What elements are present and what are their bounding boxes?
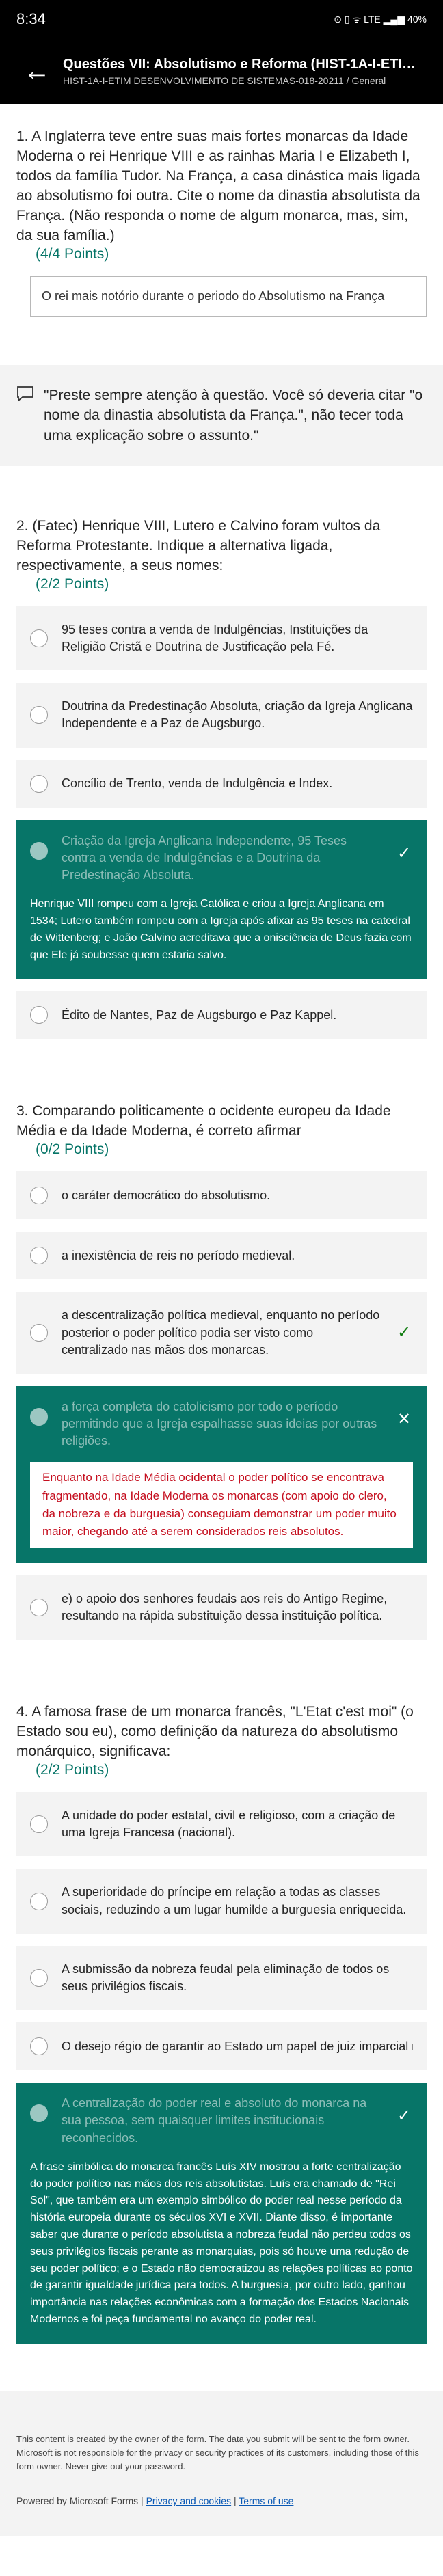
feedback-box: "Preste sempre atenção à questão. Você s… xyxy=(0,364,443,466)
points-label: (0/2 Points) xyxy=(36,1141,109,1158)
radio-button[interactable] xyxy=(30,2037,48,2056)
footer-disclaimer: This content is created by the owner of … xyxy=(16,2433,419,2472)
answer-explanation: Enquanto na Idade Média ocidental o pode… xyxy=(30,1462,413,1548)
question-3: 3. Comparando politicamente o ocidente e… xyxy=(0,1079,443,1171)
option-correct[interactable]: a descentralização política medieval, en… xyxy=(16,1292,427,1374)
radio-button[interactable] xyxy=(30,1006,48,1025)
radio-button[interactable] xyxy=(30,1247,48,1265)
radio-button[interactable] xyxy=(30,774,48,793)
status-bar: 8:34 ⊙ ▯ ᯤ LTE ▂▄▆ 40% xyxy=(0,0,443,38)
points-label: (2/2 Points) xyxy=(36,575,109,592)
header-text: Questões VII: Absolutismo e Reforma (HIS… xyxy=(63,57,427,86)
privacy-link[interactable]: Privacy and cookies xyxy=(146,2495,232,2506)
text-answer-field[interactable]: O rei mais notório durante o periodo do … xyxy=(30,275,427,317)
status-icons: ⊙ ▯ ᯤ LTE ▂▄▆ 40% xyxy=(334,13,427,25)
option[interactable]: a inexistência de reis no período mediev… xyxy=(16,1232,427,1280)
answer-explanation: A frase simbólica do monarca francês Luí… xyxy=(30,2160,413,2325)
question-2: 2. (Fatec) Henrique VIII, Lutero e Calvi… xyxy=(0,493,443,606)
powered-by: Powered by Microsoft Forms | xyxy=(16,2495,144,2507)
option[interactable]: O desejo régio de garantir ao Estado um … xyxy=(16,2022,427,2071)
option[interactable]: Concílio de Trento, venda de Indulgência… xyxy=(16,759,427,808)
status-time: 8:34 xyxy=(16,10,46,27)
answer-explanation: Henrique VIII rompeu com a Igreja Católi… xyxy=(30,898,412,961)
option[interactable]: A submissão da nobreza feudal pela elimi… xyxy=(16,1945,427,2011)
footer-links: Powered by Microsoft Forms | Privacy and… xyxy=(16,2494,427,2509)
points-label: (2/2 Points) xyxy=(36,1762,109,1778)
feedback-text: "Preste sempre atenção à questão. Você s… xyxy=(44,387,423,444)
points-label: (4/4 Points) xyxy=(36,245,109,262)
options-list: 95 teses contra a venda de Indulgências,… xyxy=(0,606,443,1040)
radio-button-selected[interactable] xyxy=(30,1407,48,1426)
radio-button-selected[interactable] xyxy=(30,841,48,860)
separator: | xyxy=(233,2495,237,2507)
question-4: 4. A famosa frase de um monarca francês,… xyxy=(0,1679,443,1792)
radio-button[interactable] xyxy=(30,1324,48,1342)
options-list: o caráter democrático do absolutismo. a … xyxy=(0,1171,443,1640)
check-icon: ✓ xyxy=(397,843,412,863)
selected-option[interactable]: a força completa do catolicismo por todo… xyxy=(16,1385,427,1563)
comment-icon xyxy=(16,385,34,446)
option[interactable]: A unidade do poder estatal, civil e reli… xyxy=(16,1792,427,1857)
radio-button[interactable] xyxy=(30,1599,48,1617)
selected-option[interactable]: A centralização do poder real e absoluto… xyxy=(16,2083,427,2344)
cross-icon: ✕ xyxy=(397,1409,412,1428)
options-list: A unidade do poder estatal, civil e reli… xyxy=(0,1792,443,2344)
form-subtitle: HIST-1A-I-ETIM DESENVOLVIMENTO DE SISTEM… xyxy=(63,74,386,86)
check-icon: ✓ xyxy=(397,1323,412,1342)
radio-button-selected[interactable] xyxy=(30,2104,48,2123)
question-text: 2. (Fatec) Henrique VIII, Lutero e Calvi… xyxy=(16,517,381,573)
radio-button[interactable] xyxy=(30,1187,48,1205)
option[interactable]: A superioridade do príncipe em relação a… xyxy=(16,1869,427,1934)
footer: This content is created by the owner of … xyxy=(0,2391,443,2536)
option[interactable]: Doutrina da Predestinação Absoluta, cria… xyxy=(16,683,427,748)
radio-button[interactable] xyxy=(30,1815,48,1834)
option[interactable]: o caráter democrático do absolutismo. xyxy=(16,1171,427,1220)
question-text: 1. A Inglaterra teve entre suas mais for… xyxy=(16,128,420,243)
question-1: 1. A Inglaterra teve entre suas mais for… xyxy=(0,104,443,331)
terms-link[interactable]: Terms of use xyxy=(239,2495,293,2506)
radio-button[interactable] xyxy=(30,1969,48,1988)
check-icon: ✓ xyxy=(397,2106,412,2126)
radio-button[interactable] xyxy=(30,629,48,648)
app-header: ← Questões VII: Absolutismo e Reforma (H… xyxy=(0,38,443,104)
selected-option[interactable]: Criação da Igreja Anglicana Independente… xyxy=(16,819,427,979)
option[interactable]: Édito de Nantes, Paz de Augsburgo e Paz … xyxy=(16,991,427,1040)
radio-button[interactable] xyxy=(30,1892,48,1910)
question-text: 4. A famosa frase de um monarca francês,… xyxy=(16,1704,414,1760)
option[interactable]: 95 teses contra a venda de Indulgências,… xyxy=(16,606,427,671)
radio-button[interactable] xyxy=(30,706,48,724)
back-arrow-icon[interactable]: ← xyxy=(11,57,63,85)
form-title: Questões VII: Absolutismo e Reforma (HIS… xyxy=(63,56,427,72)
question-text: 3. Comparando politicamente o ocidente e… xyxy=(16,1103,391,1139)
option[interactable]: e) o apoio dos senhores feudais aos reis… xyxy=(16,1575,427,1640)
